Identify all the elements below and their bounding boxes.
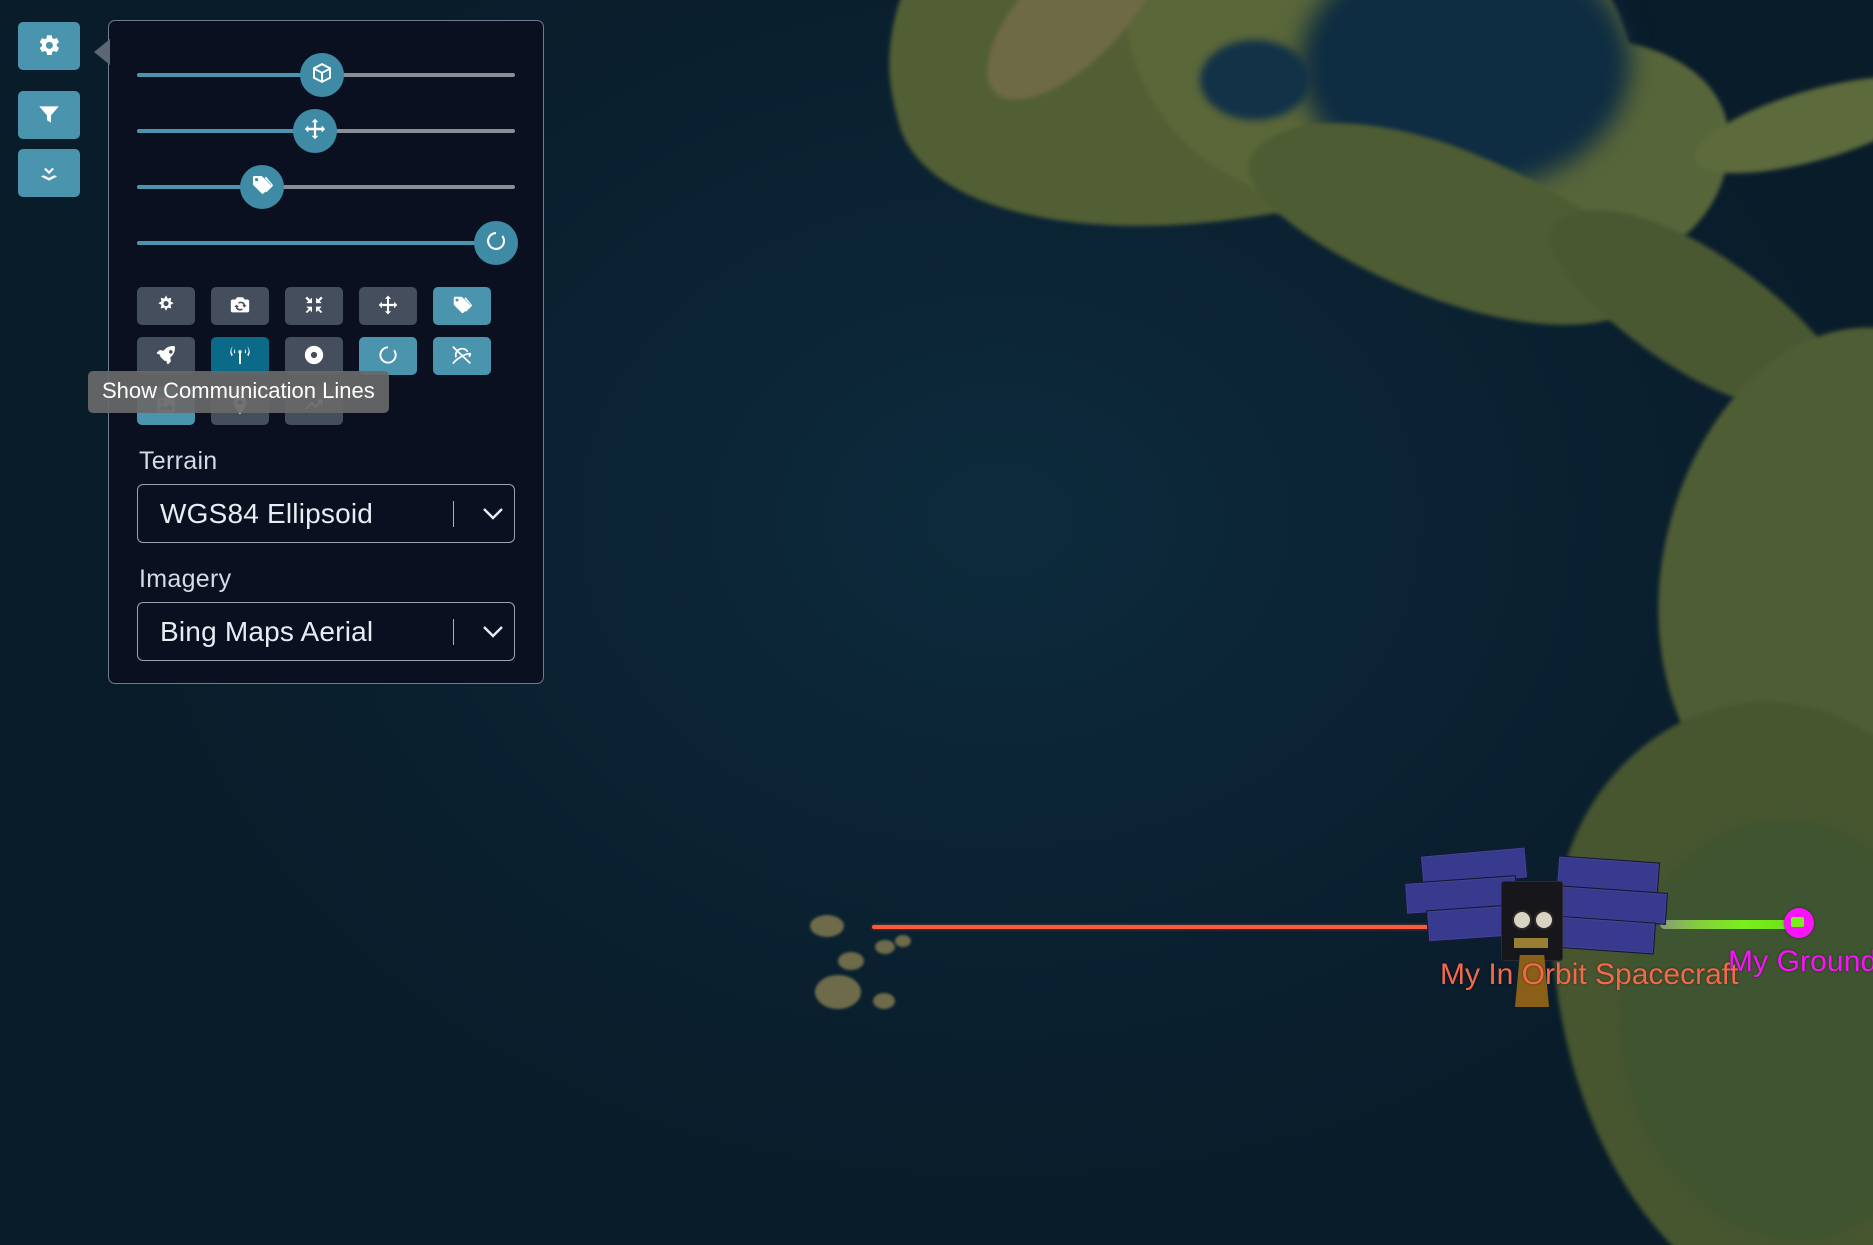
water-gulf [1300, 0, 1630, 190]
terrain-selected-value: WGS84 Ellipsoid [160, 497, 374, 529]
rail-button-filter[interactable] [18, 91, 80, 139]
sensor-aperture [1534, 910, 1554, 930]
slider-thumb-model-scale[interactable] [300, 53, 345, 97]
compress-arrows-icon [303, 294, 325, 319]
toggle-show-coverage[interactable] [285, 337, 343, 375]
sun-icon [155, 294, 177, 319]
toggle-collapse-view[interactable] [285, 287, 343, 325]
island [875, 940, 895, 954]
toggle-show-orbits[interactable] [359, 337, 417, 375]
rail-button-download[interactable] [18, 149, 80, 197]
slider-path-width[interactable] [137, 103, 515, 159]
tags-icon [250, 173, 274, 202]
slider-fill [137, 73, 323, 77]
imagery-select[interactable]: Bing Maps Aerial [137, 602, 515, 661]
slider-thumb-label-scale[interactable] [239, 165, 284, 209]
ground-station-label: My Ground S [1728, 945, 1873, 978]
island [873, 993, 895, 1009]
toggle-show-ground-stations[interactable] [211, 387, 269, 425]
imagery-selected-value: Bing Maps Aerial [160, 615, 374, 647]
toggle-show-labels[interactable] [433, 287, 491, 325]
solar-panel [1552, 915, 1656, 955]
imagery-label: Imagery [139, 565, 232, 593]
spacecraft-label: My In Orbit Spacecraft [1440, 958, 1739, 991]
circle-dot-icon [303, 344, 325, 369]
chevron-down-icon[interactable] [472, 624, 514, 640]
toggle-camera-switch[interactable] [211, 287, 269, 325]
rail-button-settings[interactable] [18, 22, 80, 70]
toggle-move-mode[interactable] [359, 287, 417, 325]
chevron-down-icon[interactable] [472, 506, 514, 522]
toggle-show-communication-lines[interactable] [211, 337, 269, 375]
toggle-hide-orbit-overlay[interactable] [433, 337, 491, 375]
slider-orbit-opacity[interactable] [137, 215, 519, 271]
filter-icon [36, 101, 62, 130]
terrain-select[interactable]: WGS84 Ellipsoid [137, 484, 515, 543]
island [895, 935, 911, 947]
chart-line-icon [303, 394, 325, 419]
island [810, 915, 844, 937]
terrain-label: Terrain [139, 447, 218, 475]
water-lake [1200, 40, 1310, 120]
image-icon [155, 394, 177, 419]
tool-rail [18, 22, 80, 197]
landmass-mexico [1099, 0, 1661, 245]
circle-notch-icon [484, 229, 508, 258]
select-divider [453, 618, 454, 645]
map-pin-icon [229, 394, 251, 419]
landmass-cuba [1685, 56, 1873, 194]
rocket-icon [155, 344, 177, 369]
landmass-north-america [838, 0, 1622, 299]
landmass-panama [1524, 167, 1866, 453]
landmass-yucatan [1418, 24, 1742, 286]
circle-notch-icon [377, 344, 399, 369]
island [838, 952, 864, 970]
slider-thumb-orbit-opacity[interactable] [474, 221, 519, 265]
select-divider [453, 500, 454, 527]
landmass-colombia [1618, 297, 1873, 883]
tags-icon [451, 294, 473, 319]
toggle-show-imagery[interactable] [137, 387, 195, 425]
broadcast-tower-icon [229, 344, 251, 369]
move-arrows-icon [377, 294, 399, 319]
download-icon [36, 159, 62, 188]
instrument-panel [1514, 938, 1548, 948]
slider-model-scale[interactable] [137, 47, 515, 103]
island [815, 975, 861, 1009]
panel-caret [94, 39, 110, 65]
slider-label-scale[interactable] [137, 159, 515, 215]
planet-slash-icon [451, 344, 473, 369]
camera-switch-icon [229, 294, 251, 319]
slider-fill [137, 129, 315, 133]
spacecraft-bus [1501, 881, 1563, 961]
toggle-grid [137, 287, 515, 425]
settings-panel: Show Communication Lines Terrain WGS84 E… [88, 20, 544, 684]
toggle-lighting[interactable] [137, 287, 195, 325]
toggle-show-telemetry[interactable] [285, 387, 343, 425]
toggle-show-spacecraft[interactable] [137, 337, 195, 375]
landmass-baja [959, 0, 1191, 128]
move-arrows-icon [303, 117, 327, 146]
gear-icon [36, 32, 62, 61]
cube-icon [310, 61, 334, 90]
landmass-central-america [1227, 76, 1673, 374]
sensor-aperture [1512, 910, 1532, 930]
application-root: My Ground S My In Orbit Spacecraft [0, 0, 1873, 1245]
communication-line[interactable] [1660, 920, 1798, 929]
slider-fill [137, 241, 497, 245]
ground-station-marker[interactable] [1784, 908, 1814, 938]
orbit-ground-track[interactable] [872, 925, 1482, 929]
slider-thumb-path-width[interactable] [292, 109, 337, 153]
